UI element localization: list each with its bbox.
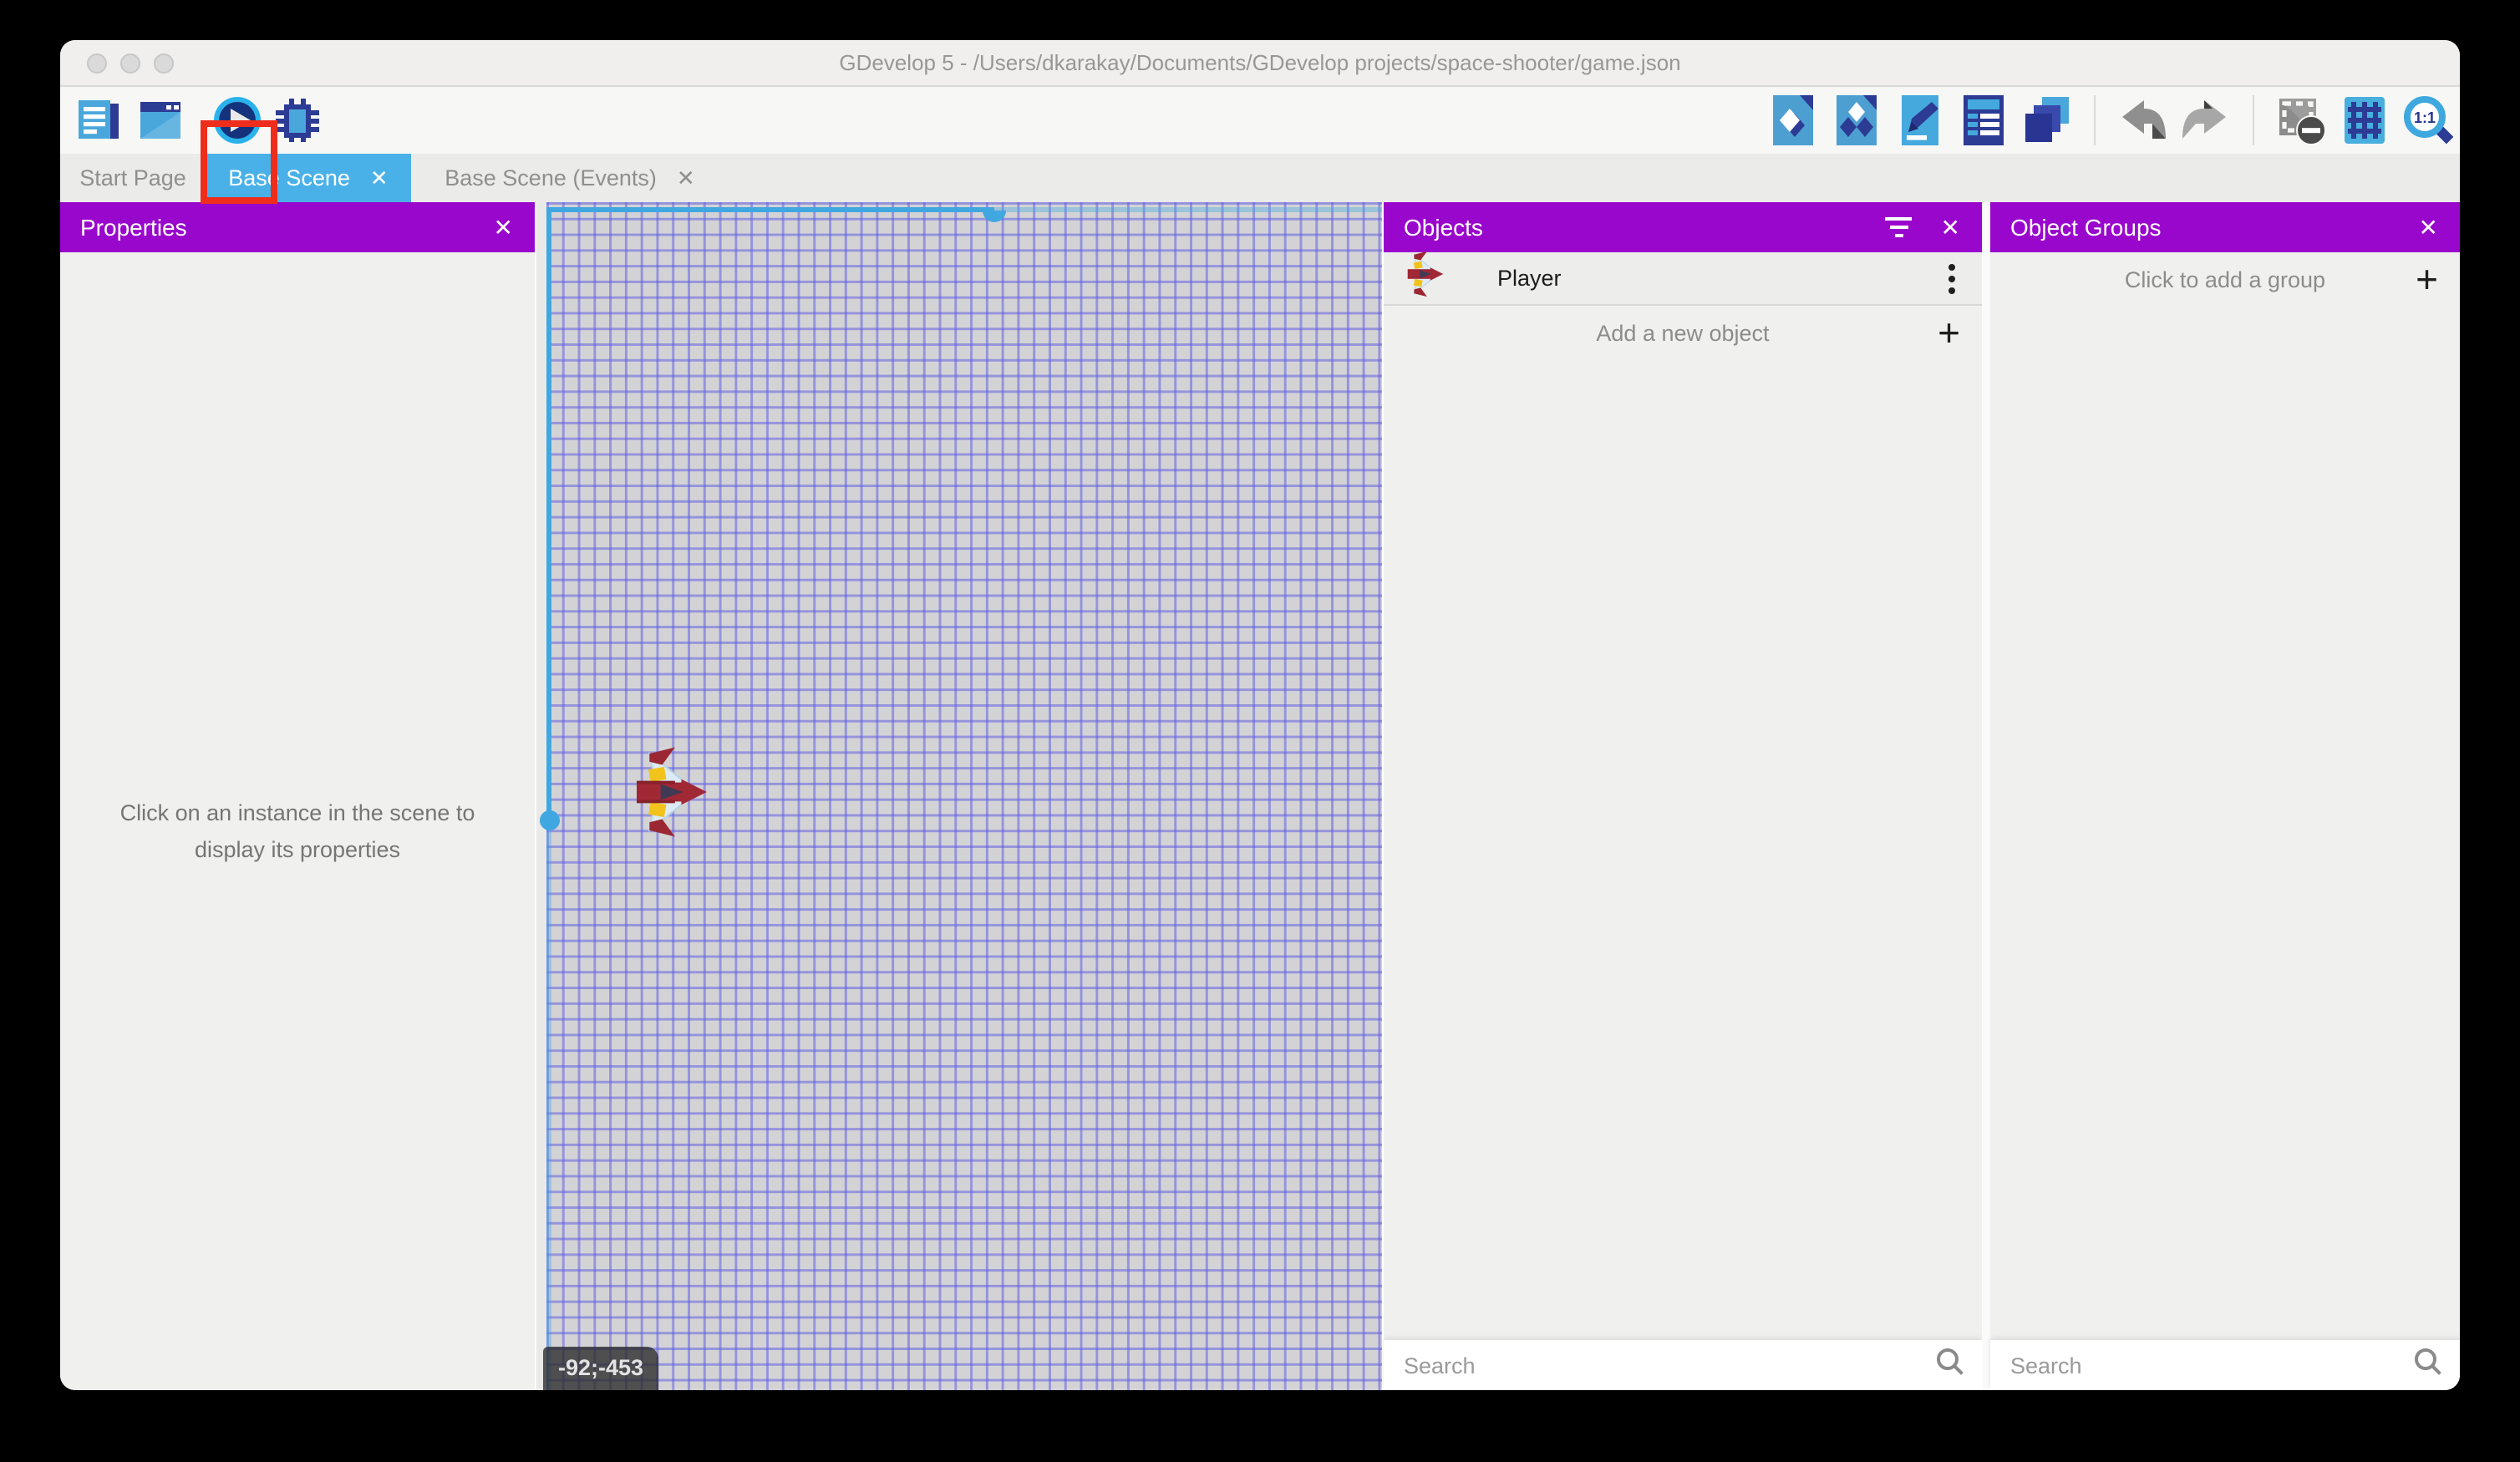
- groups-search-input[interactable]: [2010, 1353, 2413, 1378]
- game-window-left-handle[interactable]: [539, 810, 559, 830]
- add-group-button[interactable]: Click to add a group +: [1990, 252, 2460, 306]
- open-layers-editor-button[interactable]: [2022, 95, 2072, 145]
- object-groups-editor-icon: [1832, 95, 1882, 145]
- search-icon[interactable]: [1935, 1346, 1965, 1384]
- objects-editor-icon: [1768, 95, 1818, 145]
- redo-button[interactable]: [2181, 95, 2231, 145]
- undo-button[interactable]: [2117, 95, 2167, 145]
- panel-title: Object Groups: [2010, 214, 2162, 241]
- grid-icon: [2340, 95, 2390, 145]
- main-content: Properties ✕ Click on an instance in the…: [60, 202, 2460, 1390]
- filter-icon[interactable]: [1885, 217, 1912, 238]
- properties-empty-message: Click on an instance in the scene to dis…: [87, 795, 508, 867]
- game-window-border-top: [546, 206, 994, 211]
- scene-properties-pencil-icon: [1895, 95, 1945, 145]
- toggle-grid-button[interactable]: [2340, 95, 2390, 145]
- window-title: GDevelop 5 - /Users/dkarakay/Documents/G…: [839, 50, 1680, 75]
- maximize-window-button[interactable]: [154, 53, 174, 74]
- close-panel-icon[interactable]: ✕: [2419, 213, 2438, 241]
- toggle-window-mask-button[interactable]: [2276, 95, 2326, 145]
- zoom-level-label: 1:1: [2414, 109, 2436, 126]
- add-group-label: Click to add a group: [2125, 267, 2325, 292]
- traffic-lights: [87, 53, 174, 74]
- zoom-1-1-icon: 1:1: [2403, 95, 2453, 145]
- toolbar-separator: [2253, 95, 2254, 145]
- minimize-window-button[interactable]: [120, 53, 140, 74]
- play-icon: [212, 95, 262, 145]
- undo-icon: [2117, 95, 2167, 145]
- debug-bug-icon: [272, 95, 323, 145]
- close-window-button[interactable]: [87, 53, 107, 74]
- plus-icon: +: [1938, 313, 1960, 352]
- add-new-object-button[interactable]: Add a new object +: [1384, 306, 1982, 359]
- properties-panel-header: Properties ✕: [60, 202, 535, 252]
- groups-search-bar: [1990, 1340, 2460, 1390]
- toolbar-separator: [2094, 95, 2096, 145]
- tab-bar: Start Page Base Scene ✕ Base Scene (Even…: [60, 154, 2460, 202]
- object-options-kebab-icon[interactable]: [1948, 263, 1955, 293]
- game-window-border-top-faded: [994, 206, 1382, 211]
- panel-divider[interactable]: [1982, 202, 1990, 1390]
- panel-title: Objects: [1404, 214, 1483, 241]
- spaceship-thumbnail-icon: [1407, 249, 1444, 299]
- object-groups-panel-header: Object Groups ✕: [1990, 202, 2460, 252]
- objects-search-bar: [1384, 1340, 1982, 1390]
- tab-start-page[interactable]: Start Page: [60, 154, 206, 202]
- titlebar: GDevelop 5 - /Users/dkarakay/Documents/G…: [60, 40, 2460, 87]
- project-manager-button[interactable]: [74, 95, 124, 145]
- screenshot-stage: GDevelop 5 - /Users/dkarakay/Documents/G…: [0, 0, 2520, 1462]
- debug-button[interactable]: [272, 95, 323, 145]
- objects-panel: Objects ✕: [1382, 202, 1982, 1390]
- object-groups-panel: Object Groups ✕ Click to add a group +: [1990, 202, 2460, 1390]
- object-name: Player: [1497, 266, 1562, 291]
- game-window-border-left-faded: [546, 820, 551, 1390]
- game-window-border-left: [546, 206, 551, 821]
- open-instances-list-button[interactable]: [1959, 95, 2009, 145]
- close-panel-icon[interactable]: ✕: [1941, 213, 1960, 241]
- tab-label: Base Scene (Events): [445, 165, 657, 190]
- close-panel-icon[interactable]: ✕: [494, 213, 513, 241]
- player-thumbnail: [1407, 249, 1444, 307]
- close-tab-icon[interactable]: ✕: [370, 165, 389, 191]
- open-objects-editor-button[interactable]: [1768, 95, 1818, 145]
- open-scene-properties-button[interactable]: [1895, 95, 1945, 145]
- scene-window-icon: [135, 95, 185, 145]
- window-mask-icon: [2276, 95, 2326, 145]
- toolbar-right-group: 1:1: [1768, 95, 2453, 145]
- properties-panel: Properties ✕ Click on an instance in the…: [60, 202, 536, 1390]
- open-scene-button[interactable]: [135, 95, 185, 145]
- zoom-one-to-one-button[interactable]: 1:1: [2403, 95, 2453, 145]
- gdevelop-window: GDevelop 5 - /Users/dkarakay/Documents/G…: [60, 40, 2460, 1390]
- instances-list-icon: [1959, 95, 2009, 145]
- spaceship-sprite: [637, 742, 707, 842]
- search-icon[interactable]: [2413, 1346, 2443, 1384]
- close-tab-icon[interactable]: ✕: [677, 165, 695, 191]
- objects-panel-header: Objects ✕: [1384, 202, 1982, 252]
- start-preview-button[interactable]: [212, 95, 262, 145]
- tab-label: Base Scene: [228, 165, 350, 190]
- tab-base-scene[interactable]: Base Scene ✕: [206, 154, 411, 202]
- scene-editor-canvas[interactable]: -92;-453: [536, 202, 1382, 1390]
- redo-icon: [2181, 95, 2231, 145]
- plus-icon: +: [2416, 260, 2438, 298]
- cursor-coordinates-badge: -92;-453: [543, 1347, 658, 1390]
- tab-base-scene-events[interactable]: Base Scene (Events) ✕: [411, 154, 729, 202]
- toolbar: 1:1: [60, 87, 2460, 154]
- objects-search-input[interactable]: [1404, 1353, 1935, 1378]
- object-list-item-player[interactable]: Player: [1384, 252, 1982, 306]
- tab-label: Start Page: [79, 165, 186, 190]
- project-manager-icon: [74, 95, 124, 145]
- layers-icon: [2022, 95, 2072, 145]
- add-new-object-label: Add a new object: [1596, 320, 1769, 345]
- player-ship-instance[interactable]: [637, 742, 707, 850]
- panel-title: Properties: [80, 214, 187, 241]
- open-object-groups-editor-button[interactable]: [1832, 95, 1882, 145]
